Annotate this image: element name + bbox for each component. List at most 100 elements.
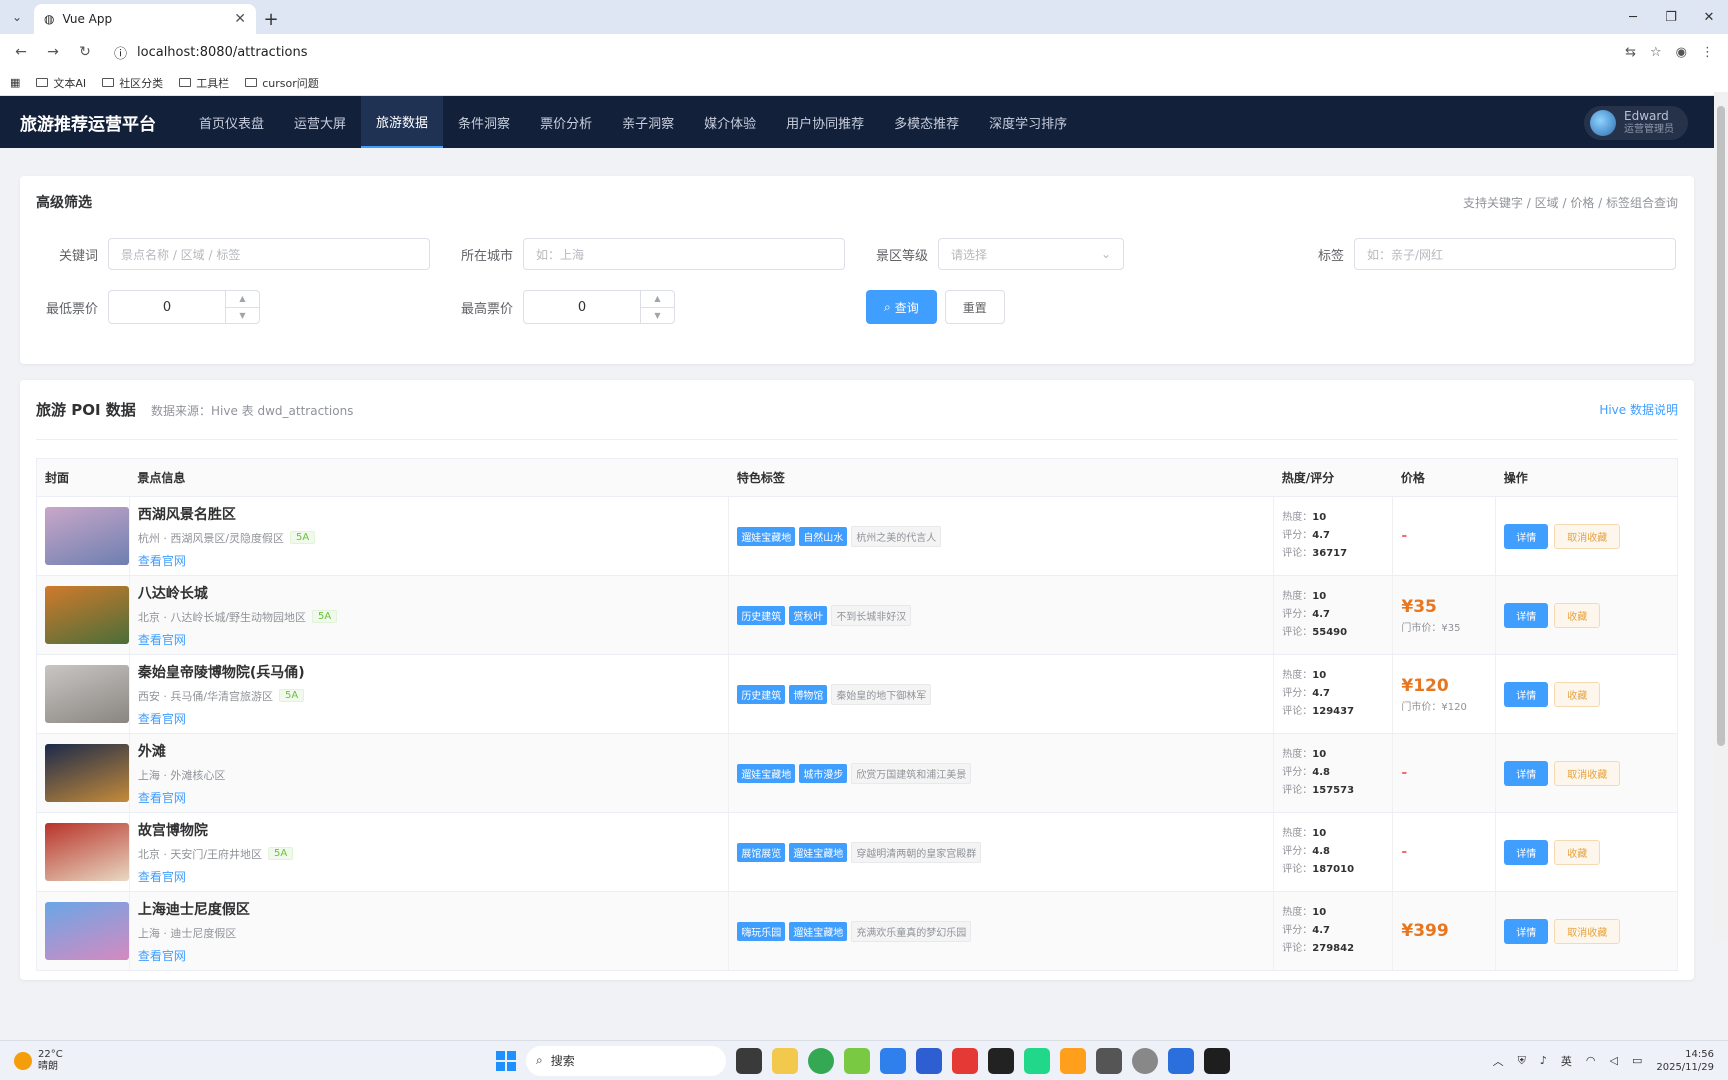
official-site-link[interactable]: 查看官网 xyxy=(138,631,186,648)
notepad-icon[interactable] xyxy=(1168,1047,1194,1074)
app-icon[interactable] xyxy=(880,1047,906,1074)
url-field[interactable]: ⓘ localhost:8080/attractions xyxy=(104,38,1620,66)
search-button[interactable]: ⌕ 查询 xyxy=(866,290,937,324)
nav-item-4[interactable]: 条件洞察 xyxy=(443,96,525,148)
favorite-button[interactable]: 收藏 xyxy=(1554,839,1601,865)
app-icon[interactable] xyxy=(1096,1047,1122,1074)
store-icon[interactable] xyxy=(916,1047,942,1074)
nav-item-1[interactable]: 首页仪表盘 xyxy=(184,96,279,148)
cover-image[interactable] xyxy=(45,665,129,723)
detail-button[interactable]: 详情 xyxy=(1504,760,1549,786)
scroll-thumb[interactable] xyxy=(1717,106,1725,746)
profile-icon[interactable]: ◉ xyxy=(1676,45,1687,60)
chevron-up-icon[interactable]: ︿ xyxy=(1493,1053,1504,1069)
wps-icon[interactable] xyxy=(952,1047,978,1074)
detail-button[interactable]: 详情 xyxy=(1504,523,1549,549)
price-cell: - xyxy=(1392,812,1497,892)
increase-icon[interactable]: ▲ xyxy=(226,291,259,307)
detail-button[interactable]: 详情 xyxy=(1504,918,1549,944)
official-site-link[interactable]: 查看官网 xyxy=(138,710,186,727)
nav-item-6[interactable]: 亲子洞察 xyxy=(607,96,689,148)
nav-item-7[interactable]: 媒介体验 xyxy=(689,96,771,148)
volume-icon[interactable]: ◁ xyxy=(1609,1054,1617,1067)
reload-icon[interactable]: ↻ xyxy=(72,39,98,65)
battery-icon[interactable]: ▭ xyxy=(1632,1054,1642,1067)
menu-kebab-icon[interactable]: ⋮ xyxy=(1701,45,1714,60)
pycharm-icon[interactable] xyxy=(1024,1047,1050,1074)
minimize-icon[interactable]: ─ xyxy=(1614,0,1652,34)
file-explorer-icon[interactable] xyxy=(772,1047,798,1074)
clock[interactable]: 14:56 2025/11/29 xyxy=(1656,1048,1714,1074)
cover-image[interactable] xyxy=(45,586,129,644)
microphone-icon[interactable]: ♪ xyxy=(1540,1054,1547,1067)
back-icon[interactable]: ← xyxy=(8,39,34,65)
taskbar-search[interactable]: ⌕ 搜索 xyxy=(526,1045,726,1076)
grade-select[interactable]: 请选择 ⌄ xyxy=(938,238,1124,270)
page-scrollbar[interactable] xyxy=(1714,92,1728,942)
app-icon[interactable] xyxy=(1132,1047,1158,1074)
favorite-button[interactable]: 取消收藏 xyxy=(1554,523,1621,549)
nav-item-8[interactable]: 用户协同推荐 xyxy=(771,96,879,148)
favorite-button[interactable]: 取消收藏 xyxy=(1554,918,1621,944)
hive-doc-link[interactable]: Hive 数据说明 xyxy=(1599,401,1678,418)
new-tab-icon[interactable]: + xyxy=(256,4,286,34)
favorite-button[interactable]: 收藏 xyxy=(1554,681,1601,707)
shield-icon[interactable]: ⛨ xyxy=(1518,1054,1526,1068)
city-input[interactable]: 如：上海 xyxy=(523,238,845,270)
tag-input[interactable]: 如：亲子/网红 xyxy=(1354,238,1676,270)
user-menu[interactable]: Edward 运营管理员 xyxy=(1584,106,1688,140)
detail-button[interactable]: 详情 xyxy=(1504,602,1549,628)
nav-item-10[interactable]: 深度学习排序 xyxy=(974,96,1082,148)
close-tab-icon[interactable]: ✕ xyxy=(234,11,246,27)
min-price-stepper[interactable]: 0 ▲ ▼ xyxy=(108,290,260,324)
detail-button[interactable]: 详情 xyxy=(1504,681,1549,707)
app-icon[interactable] xyxy=(1060,1047,1086,1074)
forward-icon[interactable]: → xyxy=(40,39,66,65)
nav-item-3[interactable]: 旅游数据 xyxy=(361,96,444,148)
wifi-icon[interactable]: ◠ xyxy=(1586,1054,1596,1067)
tags-cell: 遛娃宝藏地 城市漫步 欣赏万国建筑和浦江美景 xyxy=(728,733,1275,813)
nav-item-2[interactable]: 运营大屏 xyxy=(279,96,361,148)
official-site-link[interactable]: 查看官网 xyxy=(138,868,186,885)
favorite-button[interactable]: 收藏 xyxy=(1554,602,1601,628)
terminal-icon[interactable] xyxy=(1204,1047,1230,1074)
chrome-icon[interactable] xyxy=(808,1047,834,1074)
translate-icon[interactable]: ⇆ xyxy=(1625,45,1636,60)
cover-image[interactable] xyxy=(45,902,129,960)
cover-image[interactable] xyxy=(45,823,129,881)
decrease-icon[interactable]: ▼ xyxy=(226,306,259,324)
app-icon[interactable] xyxy=(988,1047,1014,1074)
bookmark-star-icon[interactable]: ☆ xyxy=(1650,45,1662,60)
bookmark-folder[interactable]: 文本AI xyxy=(36,75,86,91)
official-site-link[interactable]: 查看官网 xyxy=(138,947,186,964)
nav-item-5[interactable]: 票价分析 xyxy=(525,96,607,148)
restore-icon[interactable]: ❐ xyxy=(1652,0,1690,34)
site-info-icon[interactable]: ⓘ xyxy=(114,43,127,62)
official-site-link[interactable]: 查看官网 xyxy=(138,552,186,569)
bookmark-folder[interactable]: 工具栏 xyxy=(179,75,229,91)
max-price-stepper[interactable]: 0 ▲ ▼ xyxy=(523,290,675,324)
bookmark-folder[interactable]: cursor问题 xyxy=(245,75,319,91)
nav-item-9[interactable]: 多模态推荐 xyxy=(879,96,974,148)
close-window-icon[interactable]: ✕ xyxy=(1690,0,1728,34)
windows-start-icon[interactable] xyxy=(496,1050,516,1071)
stat-label: 热度： xyxy=(1282,749,1313,760)
official-site-link[interactable]: 查看官网 xyxy=(138,789,186,806)
cover-image[interactable] xyxy=(45,507,129,565)
browser-tab[interactable]: ◍ Vue App ✕ xyxy=(34,4,256,34)
bookmark-folder[interactable]: 社区分类 xyxy=(102,75,163,91)
app-icon[interactable] xyxy=(844,1047,870,1074)
decrease-icon[interactable]: ▼ xyxy=(641,306,674,324)
task-view-icon[interactable] xyxy=(736,1047,762,1074)
reset-button[interactable]: 重置 xyxy=(944,290,1005,324)
favorite-button[interactable]: 取消收藏 xyxy=(1554,760,1621,786)
tags-cell: 历史建筑 博物馆 秦始皇的地下御林军 xyxy=(728,654,1275,734)
weather-widget[interactable]: 22°C 晴朗 xyxy=(14,1049,63,1073)
keyword-input[interactable]: 景点名称 / 区域 / 标签 xyxy=(108,238,430,270)
detail-button[interactable]: 详情 xyxy=(1504,839,1549,865)
input-language[interactable]: 英 xyxy=(1561,1053,1572,1069)
increase-icon[interactable]: ▲ xyxy=(641,291,674,307)
cover-image[interactable] xyxy=(45,744,129,802)
apps-grid-icon[interactable]: ▦ xyxy=(10,76,20,89)
tab-search-chevron-icon[interactable]: ⌄ xyxy=(0,0,34,34)
